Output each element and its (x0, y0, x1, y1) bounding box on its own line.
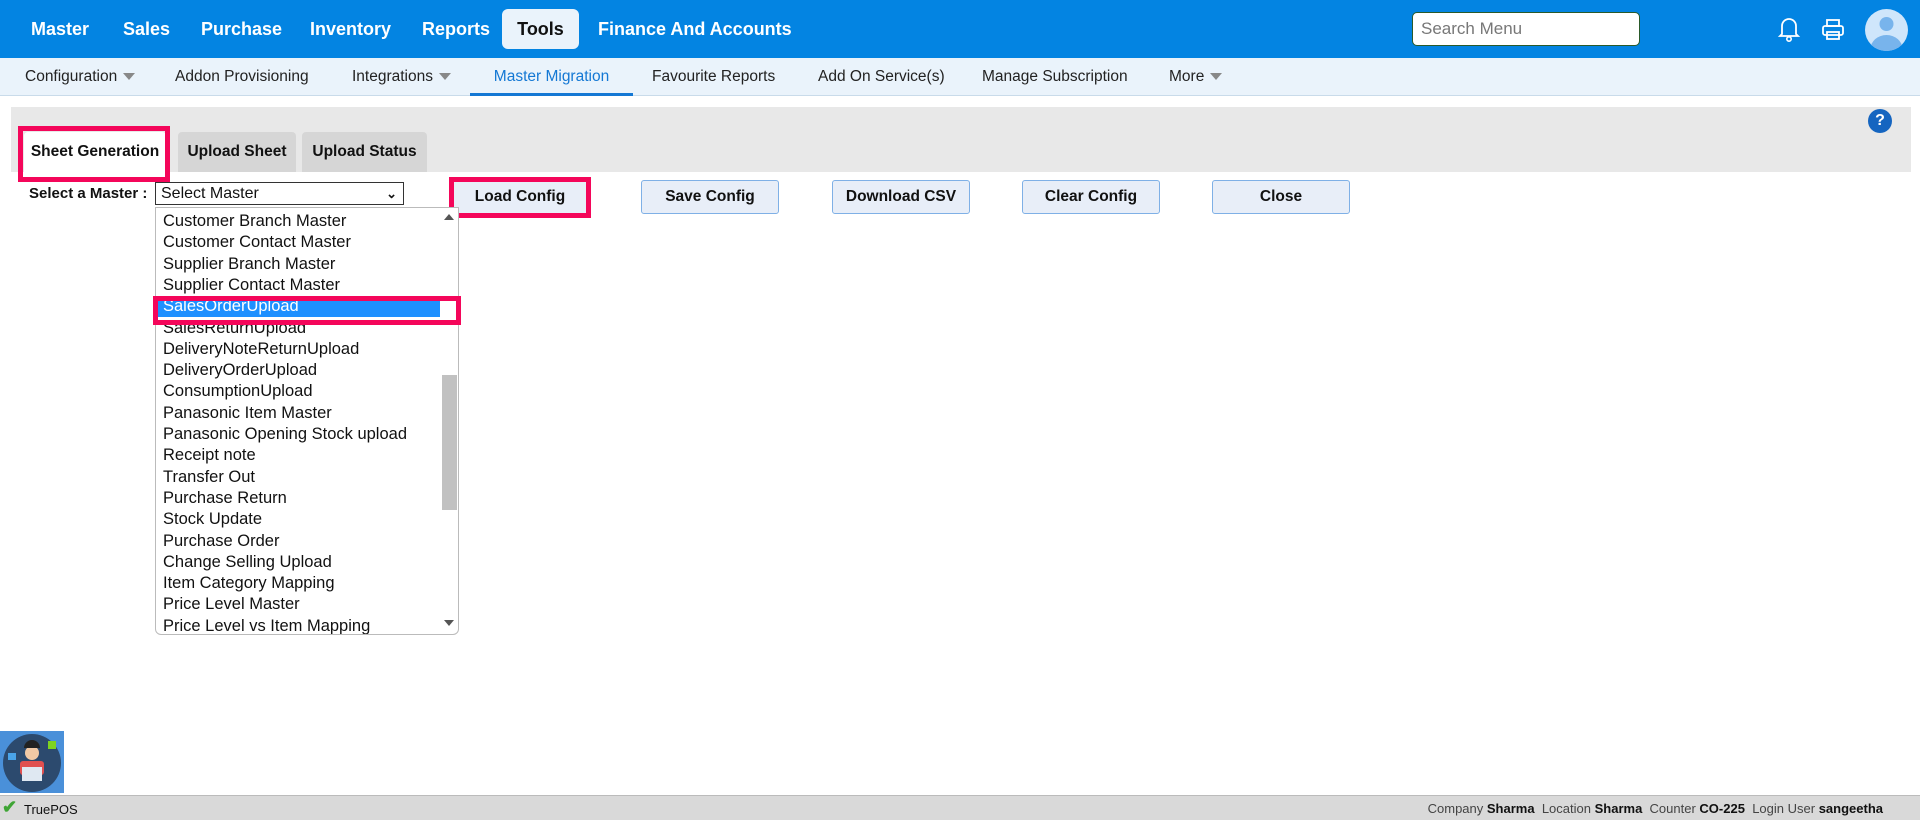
support-chat-icon[interactable] (0, 731, 64, 793)
caret-down-icon (439, 73, 451, 81)
nav-sales[interactable]: Sales (113, 9, 180, 49)
master-option[interactable]: Transfer Out (163, 467, 255, 488)
user-avatar[interactable] (1865, 9, 1908, 51)
subnav-label: More (1169, 68, 1205, 85)
scrollbar-thumb[interactable] (442, 375, 457, 510)
master-option[interactable]: Panasonic Opening Stock upload (163, 424, 407, 445)
caret-down-icon (123, 73, 136, 81)
tab-strip (11, 107, 1911, 172)
app-name: TruePOS (24, 802, 78, 817)
master-option[interactable]: SalesOrderUpload (158, 296, 440, 318)
master-option[interactable]: Price Level Master (163, 594, 300, 615)
subnav-more[interactable]: More (1169, 58, 1223, 96)
check-icon: ✔ (2, 797, 18, 817)
search-menu-input[interactable] (1412, 12, 1640, 46)
master-option[interactable]: DeliveryNoteReturnUpload (163, 339, 359, 360)
nav-tools[interactable]: Tools (502, 9, 579, 49)
sub-nav-bar: Configuration Addon Provisioning Integra… (0, 58, 1920, 96)
bell-icon[interactable] (1777, 15, 1801, 48)
save-config-button[interactable]: Save Config (641, 180, 779, 214)
login-user-label: Login User (1752, 801, 1816, 816)
master-option[interactable]: Customer Contact Master (163, 232, 351, 253)
select-master-label: Select a Master : (29, 185, 148, 202)
selected-value: Select Master (161, 185, 259, 202)
scrollbar[interactable] (440, 208, 458, 634)
chevron-down-icon: ⌄ (386, 186, 397, 201)
subnav-favourite-reports[interactable]: Favourite Reports (652, 58, 775, 96)
company-value: Sharma (1486, 801, 1535, 816)
tab-upload-sheet[interactable]: Upload Sheet (178, 132, 296, 172)
subnav-addon-provisioning[interactable]: Addon Provisioning (175, 58, 309, 96)
login-user-value: sangeetha (1818, 801, 1883, 816)
counter-label: Counter (1649, 801, 1696, 816)
master-options-list[interactable]: Customer Branch Master Customer Contact M… (155, 207, 459, 635)
top-nav-bar: Master Sales Purchase Inventory Reports … (0, 0, 1920, 58)
help-icon[interactable]: ? (1868, 109, 1892, 133)
nav-reports[interactable]: Reports (412, 9, 500, 49)
printer-icon[interactable] (1821, 18, 1845, 47)
nav-master[interactable]: Master (21, 9, 99, 49)
master-option[interactable]: Supplier Branch Master (163, 254, 335, 275)
select-master-dropdown[interactable]: Select Master ⌄ (155, 182, 404, 205)
scroll-down-arrow-icon[interactable] (444, 620, 454, 626)
status-bar: ✔ TruePOS Company Sharma Location Sharma… (0, 795, 1920, 820)
master-option[interactable]: Customer Branch Master (163, 211, 346, 232)
master-option[interactable]: Supplier Contact Master (163, 275, 340, 296)
tab-sheet-generation[interactable]: Sheet Generation (24, 132, 166, 172)
subnav-configuration[interactable]: Configuration (25, 58, 136, 96)
master-option[interactable]: Purchase Return (163, 488, 287, 509)
subnav-master-migration[interactable]: Master Migration (470, 58, 633, 96)
master-option[interactable]: Price Level vs Item Mapping (163, 616, 370, 634)
download-csv-button[interactable]: Download CSV (832, 180, 970, 214)
location-value: Sharma (1594, 801, 1643, 816)
nav-finance-and-accounts[interactable]: Finance And Accounts (588, 9, 802, 49)
location-label: Location (1541, 801, 1591, 816)
master-option[interactable]: ConsumptionUpload (163, 381, 313, 402)
master-option[interactable]: Stock Update (163, 509, 262, 530)
counter-value: CO-225 (1699, 801, 1745, 816)
master-option[interactable]: Receipt note (163, 445, 256, 466)
load-config-button[interactable]: Load Config (451, 180, 589, 214)
master-option[interactable]: SalesReturnUpload (163, 318, 306, 339)
close-button[interactable]: Close (1212, 180, 1350, 214)
master-option[interactable]: Panasonic Item Master (163, 403, 332, 424)
nav-inventory[interactable]: Inventory (300, 9, 401, 49)
subnav-label: Configuration (25, 68, 118, 85)
master-option[interactable]: DeliveryOrderUpload (163, 360, 317, 381)
master-option[interactable]: Change Selling Upload (163, 552, 332, 573)
session-info: Company Sharma Location Sharma Counter C… (1428, 801, 1883, 816)
subnav-label: Integrations (352, 68, 433, 85)
subnav-add-on-services[interactable]: Add On Service(s) (818, 58, 945, 96)
master-option[interactable]: Purchase Order (163, 531, 279, 552)
master-option[interactable]: Item Category Mapping (163, 573, 335, 594)
company-label: Company (1427, 801, 1484, 816)
subnav-integrations[interactable]: Integrations (352, 58, 451, 96)
nav-purchase[interactable]: Purchase (191, 9, 292, 49)
subnav-manage-subscription[interactable]: Manage Subscription (982, 58, 1128, 96)
clear-config-button[interactable]: Clear Config (1022, 180, 1160, 214)
scroll-up-arrow-icon[interactable] (444, 214, 454, 220)
caret-down-icon (1210, 73, 1223, 81)
tab-upload-status[interactable]: Upload Status (302, 132, 427, 172)
